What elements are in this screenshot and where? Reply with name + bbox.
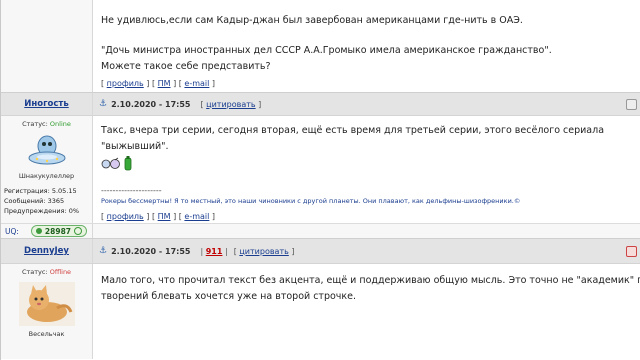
post-3-text-line2: творений блевать хочется уже на второй с… — [101, 291, 357, 302]
post-1-userinfo — [1, 0, 93, 92]
post-2-username[interactable]: Иногость — [1, 93, 93, 115]
post-3-text-line1: Мало того, что прочитал текст без акцент… — [101, 275, 640, 286]
pm-link[interactable]: ПМ — [158, 212, 171, 221]
pm-link[interactable]: ПМ — [158, 79, 171, 88]
post-1-links: [ профиль ] [ ПМ ] [ e-mail ] — [101, 79, 216, 88]
post-2-body: Такс, вчера три серии, сегодня вторая, е… — [93, 116, 640, 223]
forum-thread: Не удивлюсь,если сам Кадыр-джан был заве… — [0, 0, 640, 360]
post-1-line1: Не удивлюсь,если сам Кадыр-джан был заве… — [101, 15, 523, 26]
uq-row: UQ: 28987 — [1, 223, 640, 238]
email-link[interactable]: e-mail — [184, 212, 209, 221]
post-2-text: Такс, вчера три серии, сегодня вторая, е… — [101, 125, 605, 152]
post-3: Статус: Offline Весельчак Мало того, что… — [1, 264, 640, 359]
rank: Весельчак — [28, 330, 65, 338]
post-3-userinfo: Статус: Offline Весельчак — [1, 264, 93, 359]
offline-status: Offline — [49, 268, 72, 276]
profile-link[interactable]: профиль — [107, 212, 144, 221]
post-3-username[interactable]: DennyJey — [1, 239, 93, 263]
anchor-icon[interactable]: ⚓ — [99, 246, 107, 256]
post-2-header: Иногость ⚓ 2.10.2020 - 17:55 [ цитироват… — [1, 92, 640, 116]
post-1: Не удивлюсь,если сам Кадыр-джан был заве… — [1, 0, 640, 92]
report-icon[interactable] — [626, 99, 637, 110]
post-1-line2: "Дочь министра иностранных дел СССР А.А.… — [101, 45, 552, 56]
rank: Шнакукулеллер — [18, 172, 75, 180]
quote-button[interactable]: [ цитировать ] — [200, 100, 261, 109]
uq-label: UQ: — [5, 226, 19, 236]
post-2-userinfo: Статус: Online Шнакукулеллер Регистрация… — [1, 116, 93, 223]
status: Статус: Online — [22, 120, 71, 128]
quote-button[interactable]: [ цитировать ] — [234, 247, 295, 256]
signature: Рокеры бессмертны! Я то местный, это наш… — [101, 197, 521, 205]
email-link[interactable]: e-mail — [184, 79, 209, 88]
anchor-icon[interactable]: ⚓ — [99, 99, 107, 109]
uq-badge[interactable]: 28987 — [30, 225, 88, 237]
cat-avatar — [1, 282, 92, 326]
post-1-line3: Можете такое себе представить? — [101, 61, 271, 72]
status: Статус: Offline — [21, 268, 72, 276]
profile-link[interactable]: профиль — [107, 79, 144, 88]
quote-link[interactable]: цитировать — [239, 247, 288, 256]
post-2: Статус: Online Шнакукулеллер Регистрация… — [1, 116, 640, 223]
post-3-date: 2.10.2020 - 17:55 — [111, 246, 191, 256]
post-2-date: 2.10.2020 - 17:55 — [111, 99, 191, 109]
report-icon[interactable] — [626, 246, 637, 257]
smiley-icons — [101, 156, 640, 172]
signature-divider: --------------------- — [101, 186, 162, 195]
reputation[interactable]: | 911 | — [200, 247, 227, 256]
post-1-body: Не удивлюсь,если сам Кадыр-джан был заве… — [93, 0, 640, 92]
quote-link[interactable]: цитировать — [206, 100, 255, 109]
ufo-avatar — [1, 132, 92, 170]
post-3-header: DennyJey ⚓ 2.10.2020 - 17:55 | 911 | [ ц… — [1, 238, 640, 264]
post-3-body: Мало того, что прочитал текст без акцент… — [93, 264, 640, 359]
online-status: Online — [49, 120, 71, 128]
user-stats: Регистрация: 5.05.15 Сообщений: 3365 Пре… — [4, 187, 80, 215]
post-2-links: [ профиль ] [ ПМ ] [ e-mail ] — [101, 212, 216, 221]
